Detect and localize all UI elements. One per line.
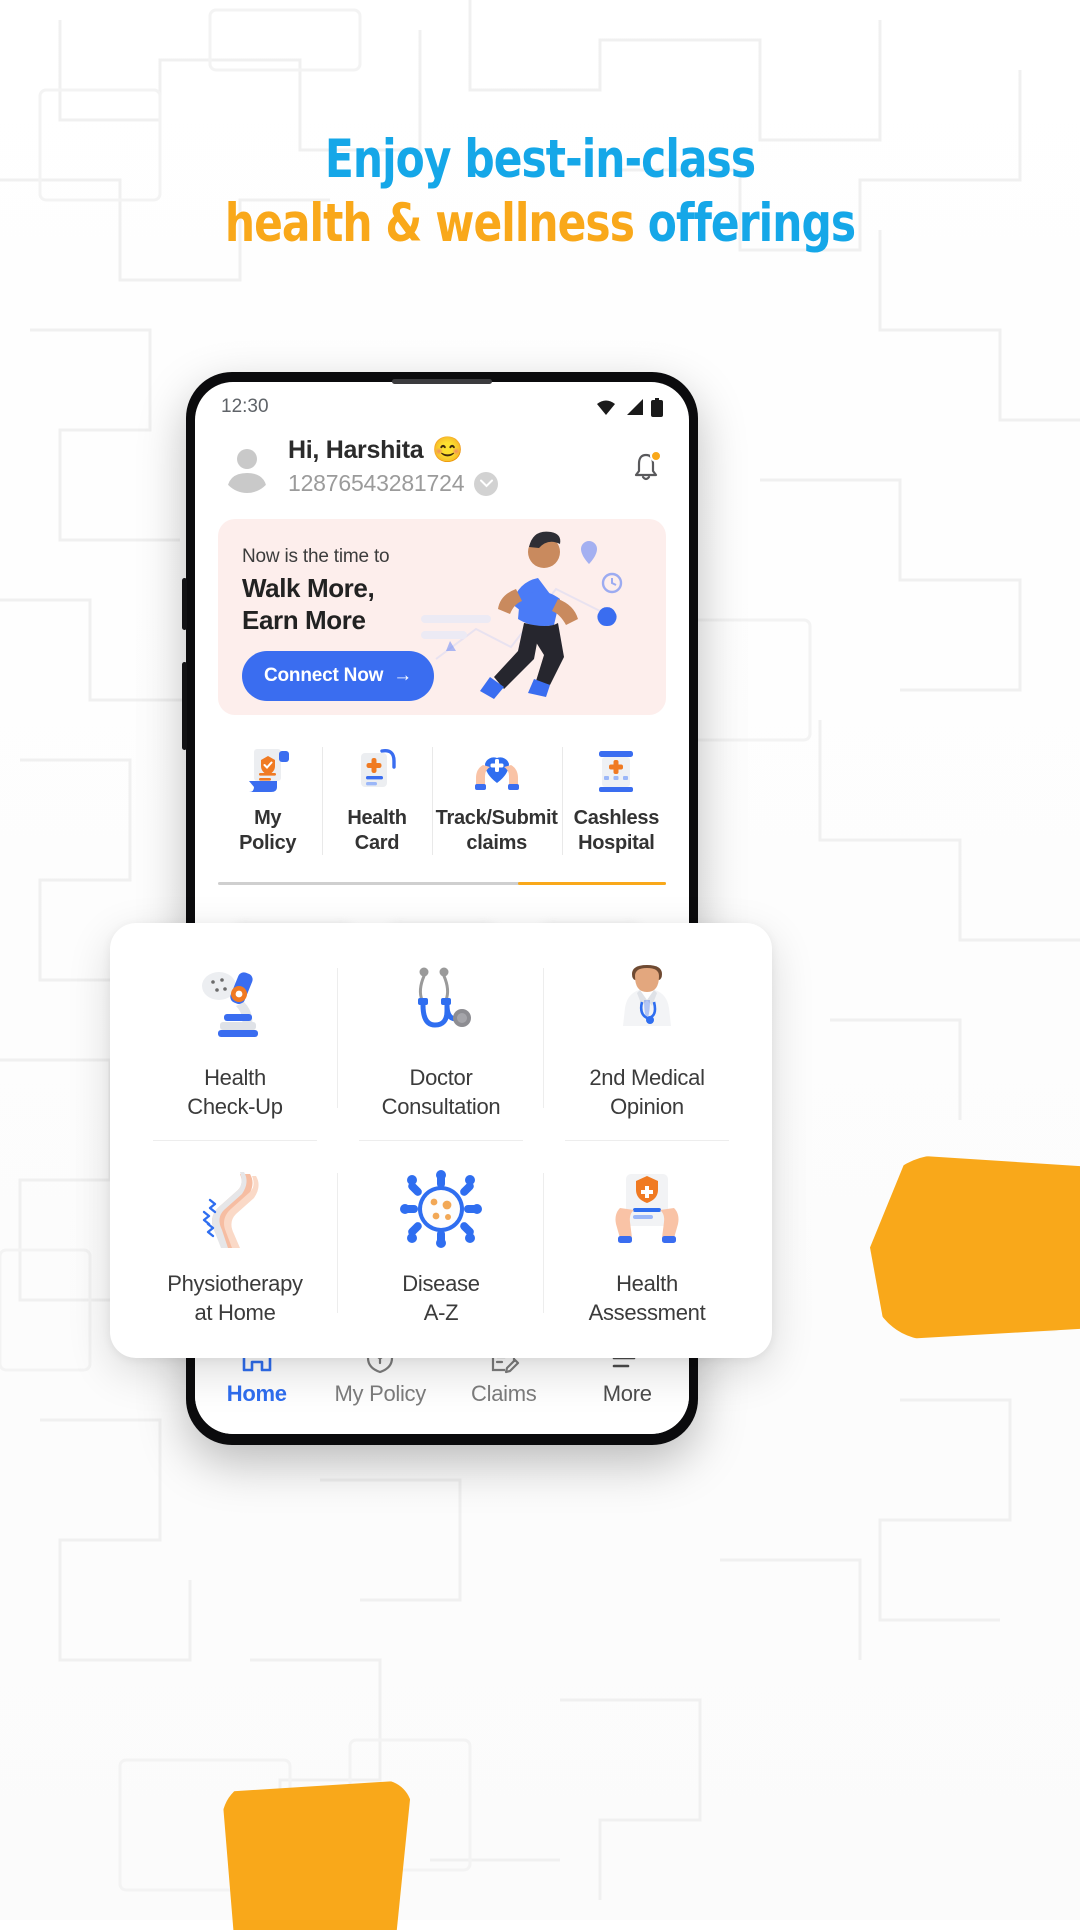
service-disease-a-z[interactable]: Disease A-Z [338, 1141, 544, 1347]
promo-title: Walk More, Earn More [242, 572, 473, 636]
qa-label-line1: My [254, 807, 282, 829]
page-headline: Enjoy best-in-class health & wellness of… [0, 128, 1080, 256]
promo-banner[interactable]: Now is the time to Walk More, Earn More … [218, 519, 666, 715]
quick-action-my-policy[interactable]: My Policy [213, 743, 322, 856]
doctor-avatar-icon [604, 954, 690, 1046]
status-bar: 12:30 [195, 382, 689, 424]
knee-joint-icon [192, 1160, 278, 1252]
qa-label-line2: Policy [239, 832, 297, 854]
quick-action-track-claims[interactable]: Track/Submit claims [431, 743, 562, 856]
qa-label-line2: Hospital [578, 832, 655, 854]
service-doctor-consultation[interactable]: Doctor Consultation [338, 935, 544, 1141]
nav-label: Claims [471, 1380, 537, 1406]
service-label-line2: Check-Up [187, 1094, 283, 1120]
service-physiotherapy-at-home[interactable]: Physiotherapy at Home [132, 1141, 338, 1347]
qa-label-line1: Health [347, 807, 407, 829]
phone-speaker [392, 379, 492, 384]
quick-actions-row: My Policy Health Card Track/Submit claim… [213, 743, 671, 856]
service-label-line1: 2nd Medical [589, 1065, 705, 1091]
heart-in-hands-icon [436, 743, 558, 795]
policy-number-row[interactable]: 12876543281724 [288, 470, 614, 497]
headline-line-1: Enjoy best-in-class [324, 129, 756, 190]
promo-title-line-2: Earn More [242, 605, 366, 635]
service-label-line2: Consultation [381, 1094, 501, 1120]
service-label-line1: Health [204, 1065, 266, 1091]
service-label: 2nd Medical Opinion [589, 1063, 705, 1121]
services-overlay-card: Health Check-Up Doctor Consultation 2nd … [110, 923, 772, 1358]
service-health-checkup[interactable]: Health Check-Up [132, 935, 338, 1141]
service-label: Physiotherapy at Home [167, 1269, 303, 1327]
greeting-line: Hi, Harshita 😊 [288, 436, 614, 465]
connect-now-label: Connect Now [264, 665, 384, 686]
battery-icon [651, 397, 663, 417]
connect-now-button[interactable]: Connect Now → [242, 651, 434, 701]
promo-content: Now is the time to Walk More, Earn More … [218, 519, 473, 701]
service-label: Health Assessment [589, 1269, 706, 1327]
qa-label-line2: claims [466, 832, 527, 854]
service-label-line1: Doctor [409, 1065, 473, 1091]
health-report-icon [604, 1160, 690, 1252]
nav-label: My Policy [334, 1380, 427, 1406]
hospital-icon [566, 743, 667, 795]
service-label-line1: Disease [402, 1270, 480, 1296]
virus-icon [398, 1160, 484, 1252]
service-label-line2: Opinion [610, 1094, 684, 1120]
qa-label-line1: Track/Submit [435, 807, 558, 829]
service-second-medical-opinion[interactable]: 2nd Medical Opinion [544, 935, 750, 1141]
status-time: 12:30 [221, 396, 269, 417]
quick-action-label: Health Card [326, 806, 427, 856]
greeting-name: Hi, Harshita [288, 436, 424, 464]
avatar[interactable] [221, 440, 273, 493]
service-label: Health Check-Up [187, 1063, 283, 1121]
smiley-icon: 😊 [432, 436, 464, 464]
promo-title-line-1: Walk More, [242, 573, 375, 603]
user-header: Hi, Harshita 😊 12876543281724 [195, 424, 689, 497]
service-label-line2: A-Z [423, 1299, 459, 1325]
service-label: Disease A-Z [402, 1269, 480, 1327]
greeting-block: Hi, Harshita 😊 12876543281724 [288, 436, 614, 497]
service-label-line2: Assessment [588, 1299, 706, 1325]
nav-label: More [602, 1380, 652, 1406]
decorative-ribbon-bottom [222, 1780, 412, 1930]
policy-document-icon [217, 743, 318, 795]
service-label: Doctor Consultation [382, 1063, 501, 1121]
qa-label-line2: Card [354, 832, 400, 854]
quick-action-cashless-hospital[interactable]: Cashless Hospital [561, 743, 671, 856]
service-label-line1: Health [616, 1270, 678, 1296]
microscope-icon [192, 954, 278, 1046]
policy-number: 12876543281724 [288, 470, 465, 496]
health-card-icon [326, 743, 427, 795]
service-label-line1: Physiotherapy [167, 1270, 303, 1296]
section-underline [218, 882, 666, 885]
notification-button[interactable] [629, 449, 663, 484]
headline-line-2: health & wellness offerings [108, 192, 972, 256]
qa-label-line1: Cashless [573, 807, 660, 829]
quick-action-label: Track/Submit claims [436, 806, 558, 856]
nav-label: Home [226, 1380, 287, 1406]
arrow-right-icon: → [393, 665, 412, 686]
decorative-ribbon-right [870, 1155, 1080, 1340]
headline-line-2-orange: health & wellness [224, 193, 648, 254]
signal-icon [627, 399, 643, 415]
underline-accent [518, 882, 666, 885]
wifi-icon [597, 400, 615, 415]
quick-action-health-card[interactable]: Health Card [322, 743, 431, 856]
service-label-line2: at Home [194, 1299, 276, 1325]
service-health-assessment[interactable]: Health Assessment [544, 1141, 750, 1347]
avatar-placeholder-icon [227, 448, 267, 493]
promo-kicker: Now is the time to [242, 546, 390, 567]
chevron-down-icon[interactable] [474, 471, 499, 496]
stethoscope-icon [398, 954, 484, 1046]
headline-line-2-blue: offerings [647, 193, 856, 254]
quick-action-label: Cashless Hospital [566, 806, 667, 856]
notification-badge [650, 449, 662, 462]
status-icons [595, 397, 663, 417]
quick-action-label: My Policy [217, 806, 318, 856]
